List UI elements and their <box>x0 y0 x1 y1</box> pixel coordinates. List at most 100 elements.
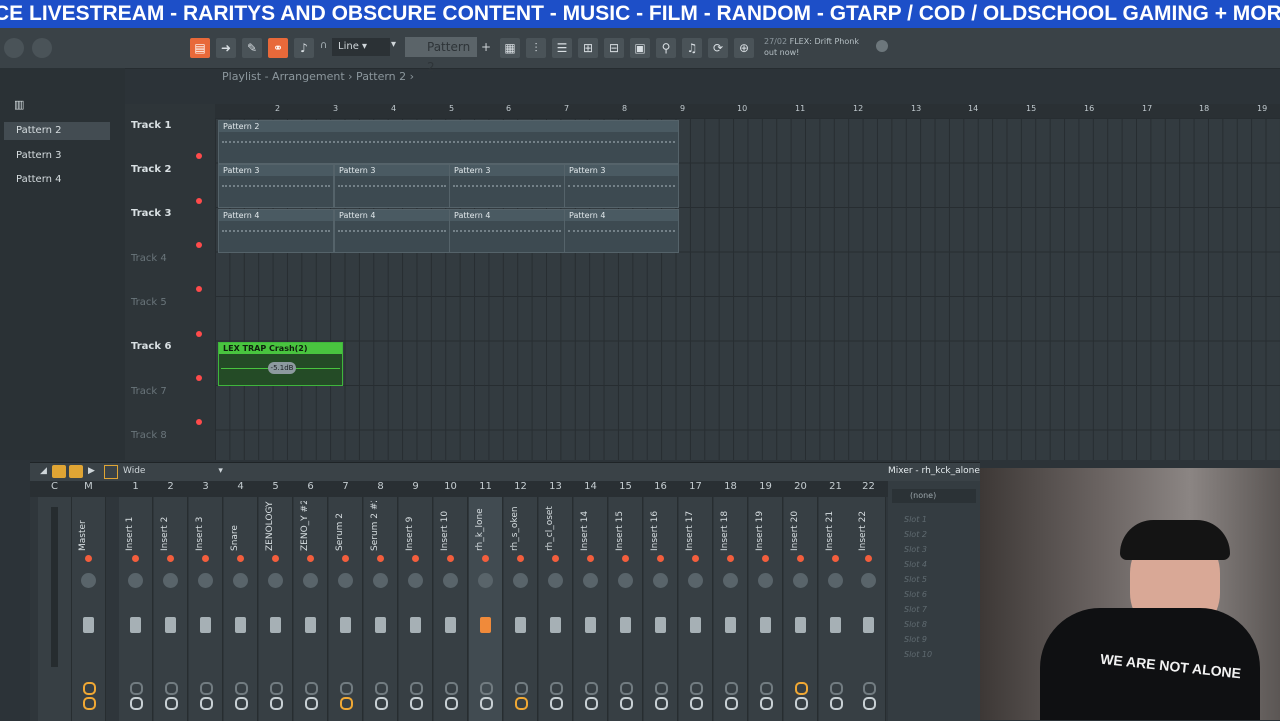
link-icon[interactable]: ⚭ <box>268 38 288 58</box>
route-switch[interactable] <box>270 697 283 710</box>
volume-fader[interactable] <box>655 617 666 633</box>
channel-enable-led[interactable] <box>832 555 839 562</box>
send-switch[interactable] <box>830 682 843 695</box>
pan-knob[interactable] <box>653 573 668 588</box>
mixer-channel[interactable]: 6 ZENO_Y #2 <box>294 481 328 721</box>
send-switch[interactable] <box>200 682 213 695</box>
pan-knob[interactable] <box>268 573 283 588</box>
mixer-view-icon[interactable] <box>52 465 66 478</box>
channel-enable-led[interactable] <box>132 555 139 562</box>
magnet-icon[interactable]: ∩ <box>320 40 327 51</box>
channel-enable-led[interactable] <box>272 555 279 562</box>
volume-fader[interactable] <box>760 617 771 633</box>
fx-slot[interactable]: Slot 6 <box>904 590 927 599</box>
fx-slot[interactable]: Slot 8 <box>904 620 927 629</box>
mixer-channel[interactable]: 1 Insert 1 <box>119 481 153 721</box>
pattern-selector[interactable]: Pattern 2 <box>405 37 477 74</box>
volume-fader[interactable] <box>375 617 386 633</box>
pan-knob[interactable] <box>81 573 96 588</box>
mixer-icon[interactable]: ⊞ <box>578 38 598 58</box>
arrangement-grid[interactable]: Pattern 2 Pattern 3 Pattern 3 Pattern 3 … <box>215 118 1280 460</box>
plugin-database-icon[interactable]: ▣ <box>630 38 650 58</box>
mixer-channel[interactable]: 21 Insert 21 <box>819 481 853 721</box>
playlist-title[interactable]: Playlist - Arrangement › Pattern 2 › <box>222 68 414 86</box>
volume-fader[interactable] <box>480 617 491 633</box>
volume-fader[interactable] <box>515 617 526 633</box>
route-switch[interactable] <box>83 697 96 710</box>
mixer-channel[interactable]: 3 Insert 3 <box>189 481 223 721</box>
pan-knob[interactable] <box>163 573 178 588</box>
route-switch[interactable] <box>235 697 248 710</box>
volume-fader[interactable] <box>270 617 281 633</box>
playlist-icon[interactable]: ▦ <box>500 38 520 58</box>
route-switch[interactable] <box>620 697 633 710</box>
mixer-channel[interactable]: 16 Insert 16 <box>644 481 678 721</box>
send-switch[interactable] <box>410 682 423 695</box>
pan-knob[interactable] <box>198 573 213 588</box>
pattern-item-2[interactable]: Pattern 2 <box>4 122 110 140</box>
snap-select[interactable]: Line ▾ <box>332 38 390 56</box>
mixer-channel[interactable]: 2 Insert 2 <box>154 481 188 721</box>
tempo-tapper-icon[interactable]: ⟳ <box>708 38 728 58</box>
mixer-mode[interactable]: Wide ▾ <box>123 466 223 476</box>
volume-fader[interactable] <box>235 617 246 633</box>
fx-slot[interactable]: Slot 4 <box>904 560 927 569</box>
send-switch[interactable] <box>620 682 633 695</box>
pattern-clip[interactable]: Pattern 4 <box>564 209 679 253</box>
mixer-channel[interactable]: 12 rh_s_oken <box>504 481 538 721</box>
channel-enable-led[interactable] <box>342 555 349 562</box>
pan-knob[interactable] <box>793 573 808 588</box>
channel-enable-led[interactable] <box>307 555 314 562</box>
play-arrow-icon[interactable]: ➜ <box>216 38 236 58</box>
fx-slot[interactable]: Slot 10 <box>904 650 932 659</box>
fx-slot[interactable]: Slot 3 <box>904 545 927 554</box>
mixer-channel[interactable]: C <box>38 481 72 721</box>
track-mute-led[interactable] <box>196 375 202 381</box>
track-mute-led[interactable] <box>196 419 202 425</box>
master-pitch-knob[interactable] <box>32 38 52 58</box>
channel-enable-led[interactable] <box>622 555 629 562</box>
send-switch[interactable] <box>165 682 178 695</box>
fx-slot[interactable]: Slot 7 <box>904 605 927 614</box>
send-switch[interactable] <box>83 682 96 695</box>
route-switch[interactable] <box>655 697 668 710</box>
channel-enable-led[interactable] <box>727 555 734 562</box>
route-switch[interactable] <box>795 697 808 710</box>
send-switch[interactable] <box>515 682 528 695</box>
volume-fader[interactable] <box>445 617 456 633</box>
send-switch[interactable] <box>375 682 388 695</box>
touch-keyboard-icon[interactable]: ♫ <box>682 38 702 58</box>
route-switch[interactable] <box>550 697 563 710</box>
pan-knob[interactable] <box>303 573 318 588</box>
send-switch[interactable] <box>305 682 318 695</box>
volume-fader[interactable] <box>165 617 176 633</box>
news-panel[interactable]: 27/02 FLEX: Drift Phonk out now! <box>764 36 874 58</box>
route-switch[interactable] <box>760 697 773 710</box>
pan-knob[interactable] <box>233 573 248 588</box>
pattern-clip[interactable]: Pattern 4 <box>449 209 565 253</box>
pan-knob[interactable] <box>128 573 143 588</box>
mixer-channel[interactable]: 17 Insert 17 <box>679 481 713 721</box>
pattern-clip[interactable]: Pattern 4 <box>334 209 450 253</box>
channel-enable-led[interactable] <box>237 555 244 562</box>
track-label[interactable]: Track 8 <box>131 430 167 441</box>
route-switch[interactable] <box>725 697 738 710</box>
route-switch[interactable] <box>200 697 213 710</box>
volume-fader[interactable] <box>340 617 351 633</box>
track-label[interactable]: Track 7 <box>131 386 167 397</box>
pan-knob[interactable] <box>758 573 773 588</box>
channel-enable-led[interactable] <box>865 555 872 562</box>
route-switch[interactable] <box>445 697 458 710</box>
pattern-item-4[interactable]: Pattern 4 <box>4 171 110 189</box>
channel-enable-led[interactable] <box>202 555 209 562</box>
draw-pencil-icon[interactable]: ✎ <box>242 38 262 58</box>
route-switch[interactable] <box>830 697 843 710</box>
track-mute-led[interactable] <box>196 242 202 248</box>
pan-knob[interactable] <box>548 573 563 588</box>
pan-knob[interactable] <box>478 573 493 588</box>
volume-fader[interactable] <box>200 617 211 633</box>
piano-roll-icon[interactable]: ▤ <box>190 38 210 58</box>
track-mute-led[interactable] <box>196 153 202 159</box>
mixer-channel[interactable]: 7 Serum 2 <box>329 481 363 721</box>
route-switch[interactable] <box>585 697 598 710</box>
